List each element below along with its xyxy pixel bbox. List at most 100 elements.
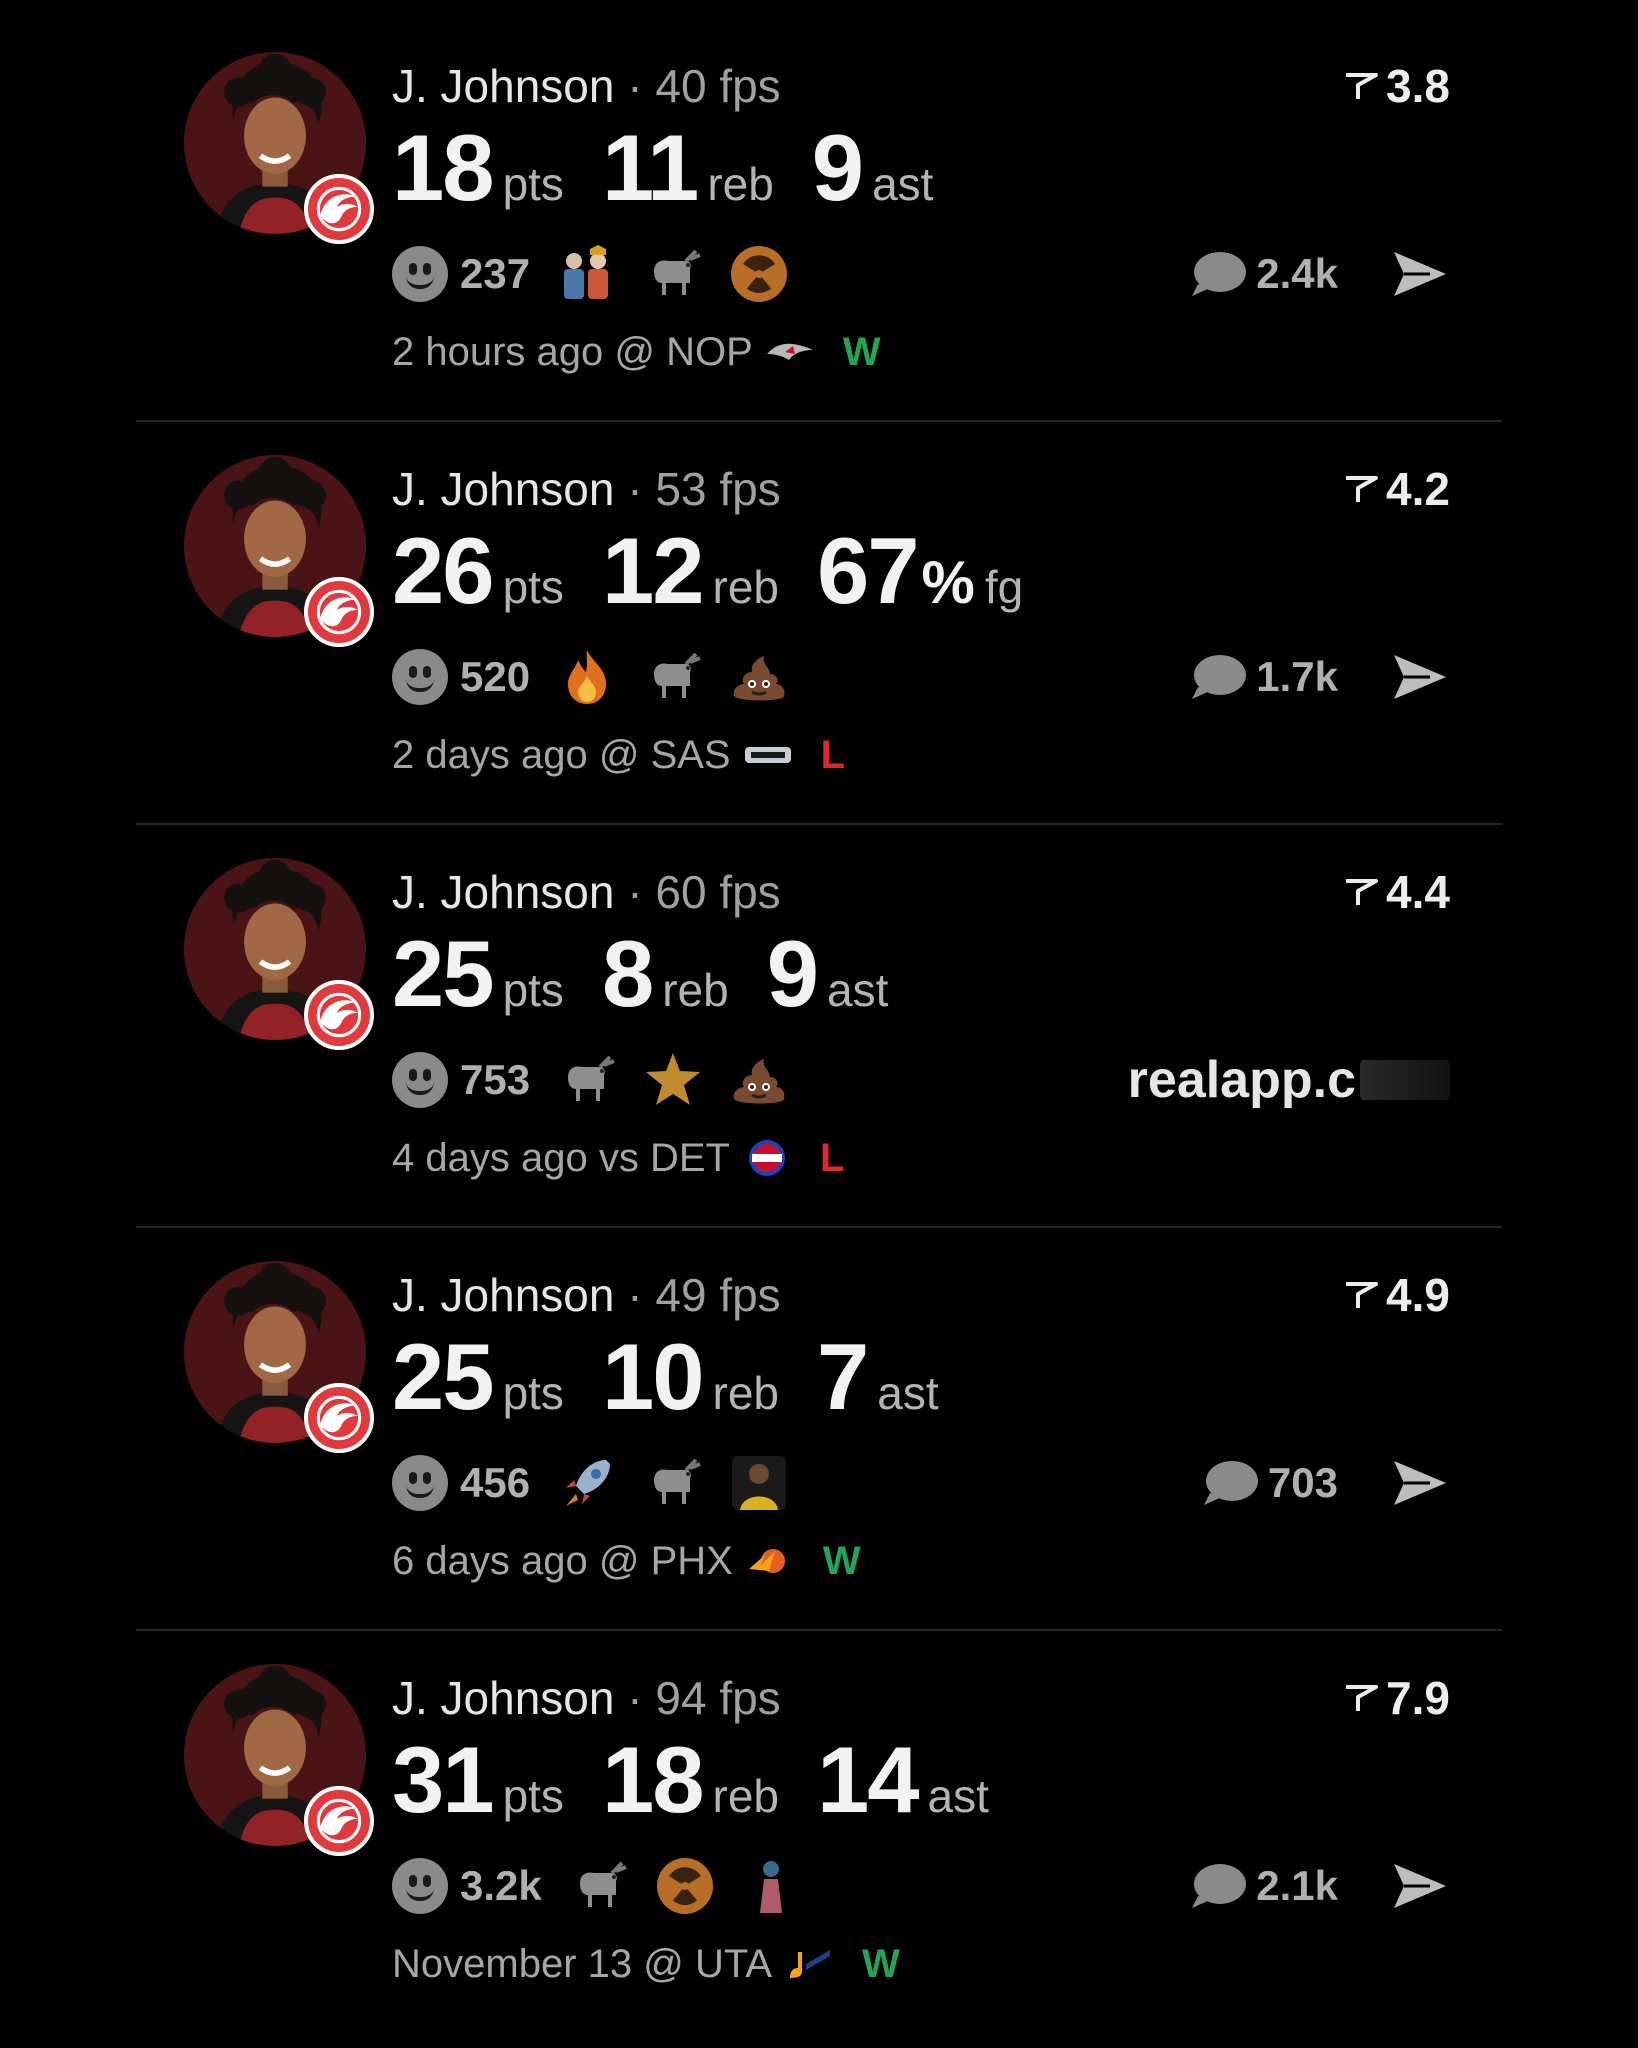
send-icon[interactable]: [1390, 651, 1450, 703]
separator-dot: ·: [627, 866, 643, 918]
rating[interactable]: 4.2: [1344, 461, 1450, 517]
reactions: 753: [392, 1050, 814, 1110]
stat-line: 25 pts 8 reb 9 ast: [392, 924, 926, 1024]
stat-reb: 10 reb: [602, 1327, 779, 1427]
player-name[interactable]: J. Johnson: [392, 866, 614, 918]
separator-dot: ·: [627, 1269, 643, 1321]
smiley-reaction-icon[interactable]: [392, 1858, 448, 1914]
couple-figurines-icon[interactable]: [556, 243, 618, 305]
goat-icon[interactable]: [642, 646, 704, 708]
smiley-reaction-icon[interactable]: [392, 246, 448, 302]
game-result: W: [842, 330, 881, 374]
stat-unit: fg: [984, 561, 1024, 613]
radioactive-icon[interactable]: [654, 1855, 716, 1917]
player-name[interactable]: J. Johnson: [392, 1672, 614, 1724]
comment-bubble-icon[interactable]: [1188, 651, 1248, 703]
stat-pts: 25 pts: [392, 1327, 564, 1427]
stat-line: 18 pts 11 reb 9 ast: [392, 118, 971, 218]
rating[interactable]: 4.4: [1344, 864, 1450, 920]
post-card[interactable]: J. Johnson · 40 fps 3.8 18 pts 11 reb 9 …: [0, 0, 1638, 403]
stat-pts: 26 pts: [392, 521, 564, 621]
player-name[interactable]: J. Johnson: [392, 463, 614, 515]
stat-ast: 9 ast: [812, 118, 934, 218]
stat-value: 25: [392, 1324, 495, 1429]
reaction-count[interactable]: 456: [460, 1459, 530, 1507]
game-time: 2 hours ago: [392, 330, 604, 374]
stat-value: 26: [392, 518, 495, 623]
reaction-count[interactable]: 3.2k: [460, 1862, 542, 1910]
reactions: 3.2k: [392, 1856, 826, 1916]
opponent[interactable]: PHX: [651, 1535, 733, 1587]
stat-unit: reb: [712, 561, 779, 613]
player-photo-icon[interactable]: [728, 1452, 790, 1514]
rocket-icon[interactable]: [556, 1452, 618, 1514]
stat-unit: pts: [502, 158, 564, 210]
reaction-count[interactable]: 520: [460, 653, 530, 701]
reactions: 520: [392, 647, 814, 707]
reaction-count[interactable]: 753: [460, 1056, 530, 1104]
game-time: 2 days ago: [392, 733, 588, 777]
rating[interactable]: 3.8: [1344, 58, 1450, 114]
location-indicator: @: [643, 1942, 684, 1986]
figure-icon[interactable]: [740, 1855, 802, 1917]
game-time: 4 days ago: [392, 1136, 588, 1180]
player-name[interactable]: J. Johnson: [392, 1269, 614, 1321]
poop-icon[interactable]: [728, 646, 790, 708]
separator-dot: ·: [627, 1672, 643, 1724]
opponent[interactable]: SAS: [651, 729, 731, 781]
send-icon[interactable]: [1390, 1457, 1450, 1509]
comment-bubble-icon[interactable]: [1188, 1860, 1248, 1912]
game-meta: 6 days ago @ PHX W: [392, 1535, 861, 1587]
stat-reb: 8 reb: [602, 924, 729, 1024]
post-card[interactable]: J. Johnson · 94 fps 7.9 31 pts 18 reb 14…: [0, 1612, 1638, 2015]
comment-count[interactable]: 1.7k: [1256, 653, 1338, 701]
star-icon[interactable]: [642, 1049, 704, 1111]
comment-count[interactable]: 703: [1268, 1459, 1338, 1507]
goat-icon[interactable]: [568, 1855, 630, 1917]
stat-value: 7: [816, 1324, 869, 1429]
stat-unit: pts: [502, 1367, 564, 1419]
stat-percent: %: [921, 549, 975, 616]
rating-icon: [1344, 58, 1379, 114]
stat-reb: 11 reb: [602, 118, 774, 218]
send-icon[interactable]: [1390, 248, 1450, 300]
comment-count[interactable]: 2.1k: [1256, 1862, 1338, 1910]
fire-icon[interactable]: [556, 646, 618, 708]
comment-bubble-icon[interactable]: [1200, 1457, 1260, 1509]
player-name[interactable]: J. Johnson: [392, 60, 614, 112]
rating[interactable]: 4.9: [1344, 1267, 1450, 1323]
comment-count[interactable]: 2.4k: [1256, 250, 1338, 298]
post-card[interactable]: J. Johnson · 60 fps 4.4 25 pts 8 reb 9 a…: [0, 806, 1638, 1209]
hawks-logo-icon: [304, 1786, 374, 1856]
poop-icon[interactable]: [728, 1049, 790, 1111]
stat-value: 31: [392, 1727, 495, 1832]
post-card[interactable]: J. Johnson · 53 fps 4.2 26 pts 12 reb 67…: [0, 403, 1638, 806]
jazz-logo-icon: [784, 1944, 834, 1984]
location-indicator: @: [598, 733, 640, 777]
rating-value: 3.8: [1386, 60, 1450, 112]
rating[interactable]: 7.9: [1344, 1670, 1450, 1726]
radioactive-icon[interactable]: [728, 243, 790, 305]
opponent[interactable]: NOP: [666, 326, 753, 378]
opponent[interactable]: DET: [650, 1132, 730, 1184]
opponent[interactable]: UTA: [695, 1938, 772, 1990]
smiley-reaction-icon[interactable]: [392, 649, 448, 705]
stat-unit: reb: [712, 1367, 779, 1419]
goat-icon[interactable]: [642, 1452, 704, 1514]
post-headline: J. Johnson · 40 fps: [392, 58, 781, 114]
rating-icon: [1344, 864, 1379, 920]
stat-pts: 31 pts: [392, 1730, 564, 1830]
stat-unit: ast: [877, 1367, 939, 1419]
goat-icon[interactable]: [642, 243, 704, 305]
rating-icon: [1344, 1670, 1379, 1726]
reaction-count[interactable]: 237: [460, 250, 530, 298]
post-card[interactable]: J. Johnson · 49 fps 4.9 25 pts 10 reb 7 …: [0, 1209, 1638, 1612]
smiley-reaction-icon[interactable]: [392, 1455, 448, 1511]
game-meta: 2 hours ago @ NOP W: [392, 326, 881, 378]
smiley-reaction-icon[interactable]: [392, 1052, 448, 1108]
stat-unit: pts: [502, 964, 564, 1016]
send-icon[interactable]: [1390, 1860, 1450, 1912]
comment-bubble-icon[interactable]: [1188, 248, 1248, 300]
goat-icon[interactable]: [556, 1049, 618, 1111]
stat-line: 26 pts 12 reb 67% fg: [392, 521, 1061, 621]
